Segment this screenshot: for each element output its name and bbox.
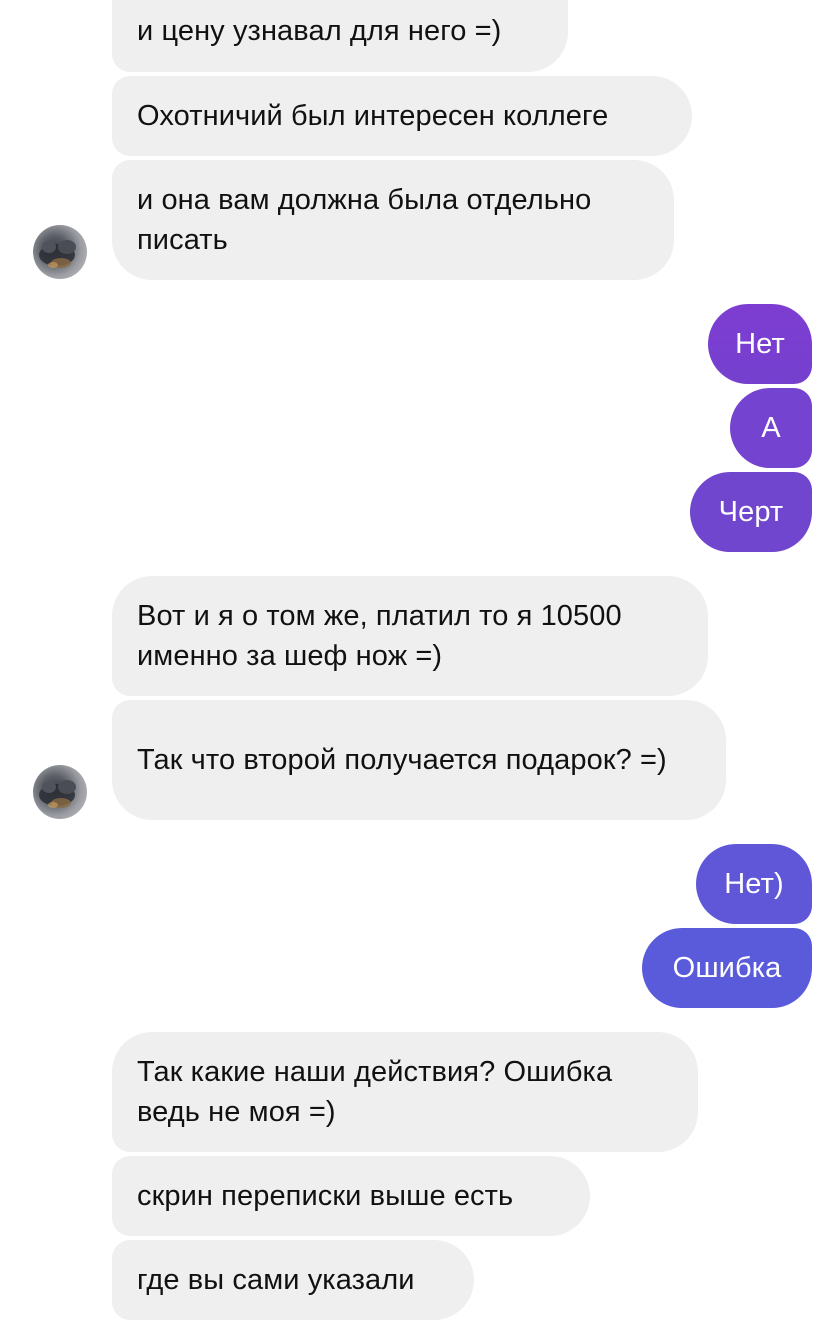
message-text: и она вам должна была отдельно писать <box>137 184 592 256</box>
incoming-message[interactable]: и она вам должна была отдельно писать <box>112 160 674 280</box>
message-text: Ошибка <box>672 952 782 984</box>
incoming-message[interactable]: Так какие наши действия? Ошибка ведь не … <box>112 1032 698 1152</box>
message-text: скрин переписки выше есть <box>137 1180 514 1212</box>
incoming-message[interactable]: Охотничий был интересен коллеге <box>112 76 692 156</box>
message-text: Охотничий был интересен коллеге <box>137 100 609 132</box>
outgoing-message[interactable]: Ошибка <box>642 928 812 1008</box>
outgoing-message[interactable]: Нет <box>708 304 812 384</box>
chat-thread: и цену узнавал для него =) Охотничий был… <box>0 0 828 1324</box>
incoming-message[interactable]: где вы сами указали <box>112 1240 474 1320</box>
message-text: Нет <box>735 328 785 360</box>
contact-avatar[interactable] <box>33 225 87 279</box>
incoming-message[interactable]: скрин переписки выше есть <box>112 1156 590 1236</box>
message-text: Так что второй получается подарок? =) <box>137 744 667 776</box>
message-text: Черт <box>718 496 784 528</box>
incoming-message[interactable]: Так что второй получается подарок? =) <box>112 700 726 820</box>
outgoing-message[interactable]: А <box>730 388 812 468</box>
avatar-photo-icon <box>39 240 76 268</box>
avatar-photo-icon <box>39 780 76 808</box>
message-text: где вы сами указали <box>137 1264 415 1296</box>
incoming-message[interactable]: и цену узнавал для него =) <box>112 0 568 72</box>
incoming-message[interactable]: Вот и я о том же, платил то я 10500 имен… <box>112 576 708 696</box>
message-text: Вот и я о том же, платил то я 10500 имен… <box>137 600 622 672</box>
message-text: А <box>761 412 781 444</box>
outgoing-message[interactable]: Черт <box>690 472 812 552</box>
contact-avatar[interactable] <box>33 765 87 819</box>
outgoing-message[interactable]: Нет) <box>696 844 812 924</box>
message-text: Так какие наши действия? Ошибка ведь не … <box>137 1056 613 1128</box>
message-text: Нет) <box>724 868 784 900</box>
message-text: и цену узнавал для него =) <box>137 15 502 47</box>
